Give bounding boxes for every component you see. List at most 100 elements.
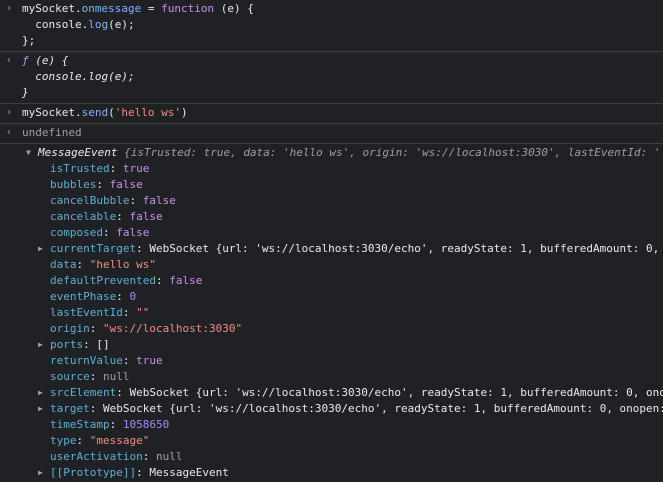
property-row: cancelable: false — [0, 209, 663, 225]
property-key: [[Prototype]] — [50, 466, 137, 479]
console-input-entry[interactable]: › mySocket.send('hello ws') — [0, 104, 663, 124]
property-text: cancelBubble: false — [50, 194, 176, 207]
property-key: bubbles — [50, 178, 97, 191]
property-key: isTrusted — [50, 162, 110, 175]
property-row: returnValue: true — [0, 353, 663, 369]
code-text: undefined — [22, 126, 82, 139]
property-row: isTrusted: true — [0, 161, 663, 177]
property-text: type: "message" — [50, 434, 150, 447]
expand-triangle-right-icon[interactable]: ▶ — [38, 337, 43, 353]
property-text: eventPhase: 0 — [50, 290, 137, 303]
property-row: origin: "ws://localhost:3030" — [0, 321, 663, 337]
property-value: MessageEvent — [149, 466, 229, 479]
property-key: origin — [50, 322, 90, 335]
property-row: userActivation: null — [0, 449, 663, 465]
console-output-entry[interactable]: ‹ ƒ (e) { console.log(e); } — [0, 52, 663, 104]
code-text: }; — [22, 34, 36, 47]
input-prompt-icon: › — [6, 107, 13, 118]
property-text: defaultPrevented: false — [50, 274, 203, 287]
property-key: data — [50, 258, 77, 271]
property-value: WebSocket {url: 'ws://localhost:3030/ech… — [129, 386, 663, 399]
expand-triangle-right-icon[interactable]: ▶ — [38, 465, 43, 481]
property-key: cancelBubble — [50, 194, 130, 207]
property-key: eventPhase — [50, 290, 117, 303]
devtools-console: › mySocket.onmessage = function (e) { co… — [0, 0, 663, 482]
expand-triangle-right-icon[interactable]: ▶ — [38, 241, 43, 257]
code-line: › mySocket.onmessage = function (e) { — [0, 1, 663, 17]
property-key: target — [50, 402, 90, 415]
property-key: timeStamp — [50, 418, 110, 431]
property-key: lastEventId — [50, 306, 123, 319]
property-key: ports — [50, 338, 84, 351]
code-line: › mySocket.send('hello ws') — [0, 105, 663, 121]
expand-triangle-right-icon[interactable]: ▶ — [38, 385, 43, 401]
property-text: data: "hello ws" — [50, 258, 156, 271]
property-text: cancelable: false — [50, 210, 163, 223]
expand-triangle-right-icon[interactable]: ▶ — [38, 401, 43, 417]
property-key: type — [50, 434, 77, 447]
property-row: defaultPrevented: false — [0, 273, 663, 289]
console-log-entry[interactable]: ▼ MessageEvent {isTrusted: true, data: '… — [0, 144, 663, 482]
property-text: timeStamp: 1058650 — [50, 418, 170, 431]
property-row: bubbles: false — [0, 177, 663, 193]
property-row: eventPhase: 0 — [0, 289, 663, 305]
property-value: WebSocket {url: 'ws://localhost:3030/ech… — [103, 402, 663, 415]
property-value: 0 — [129, 290, 137, 303]
property-key: source — [50, 370, 90, 383]
code-text: } — [22, 86, 29, 99]
property-value: false — [129, 210, 163, 223]
code-text: mySocket.send('hello ws') — [22, 106, 188, 119]
property-value: null — [103, 370, 130, 383]
property-text: isTrusted: true — [50, 162, 150, 175]
property-text: returnValue: true — [50, 354, 163, 367]
code-line: }; — [0, 33, 663, 49]
property-row: composed: false — [0, 225, 663, 241]
code-text: console.log(e); — [22, 70, 135, 83]
property-value: null — [155, 450, 183, 463]
property-value: 1058650 — [122, 418, 170, 431]
object-header[interactable]: ▼ MessageEvent {isTrusted: true, data: '… — [0, 145, 663, 161]
code-line: } — [0, 85, 663, 101]
property-value: "ws://localhost:3030" — [103, 322, 243, 335]
code-text: ƒ (e) { — [22, 54, 69, 67]
code-text: mySocket.onmessage = function (e) { — [22, 2, 254, 15]
property-text: composed: false — [50, 226, 150, 239]
property-value: "" — [136, 306, 150, 319]
property-row: timeStamp: 1058650 — [0, 417, 663, 433]
object-properties: isTrusted: true bubbles: false cancelBubbl… — [0, 161, 663, 481]
property-value: true — [122, 162, 150, 175]
code-text: console.log(e); — [22, 18, 135, 31]
output-return-icon: ‹ — [6, 55, 13, 66]
property-row: type: "message" — [0, 433, 663, 449]
property-text: currentTarget: WebSocket {url: 'ws://loc… — [50, 242, 660, 255]
property-text: lastEventId: "" — [50, 306, 150, 319]
property-key: userActivation — [50, 450, 143, 463]
property-row[interactable]: ▶ currentTarget: WebSocket {url: 'ws://lo… — [0, 241, 663, 257]
code-line: console.log(e); — [0, 17, 663, 33]
property-row[interactable]: ▶ srcElement: WebSocket {url: 'ws://local… — [0, 385, 663, 401]
property-value: "hello ws" — [89, 258, 156, 271]
property-value: false — [169, 274, 203, 287]
property-text: source: null — [50, 370, 130, 383]
console-input-entry[interactable]: › mySocket.onmessage = function (e) { co… — [0, 0, 663, 52]
expand-triangle-down-icon[interactable]: ▼ — [26, 145, 31, 161]
property-text: userActivation: null — [50, 450, 183, 463]
object-preview[interactable]: MessageEvent {isTrusted: true, data: 'he… — [38, 145, 663, 161]
code-line: console.log(e); — [0, 69, 663, 85]
property-row: lastEventId: "" — [0, 305, 663, 321]
property-value: WebSocket {url: 'ws://localhost:3030/ech… — [149, 242, 660, 255]
property-value: true — [136, 354, 163, 367]
property-row[interactable]: ▶ ports: [] — [0, 337, 663, 353]
property-text: ports: [] — [50, 338, 110, 351]
property-row: data: "hello ws" — [0, 257, 663, 273]
property-row[interactable]: ▶ target: WebSocket {url: 'ws://localhost… — [0, 401, 663, 417]
property-row[interactable]: ▶ [[Prototype]]: MessageEvent — [0, 465, 663, 481]
property-key: returnValue — [50, 354, 123, 367]
property-value: false — [109, 178, 143, 191]
property-value: false — [116, 226, 150, 239]
property-row: cancelBubble: false — [0, 193, 663, 209]
property-text: bubbles: false — [50, 178, 143, 191]
property-key: cancelable — [50, 210, 117, 223]
input-prompt-icon: › — [6, 3, 13, 14]
console-output-entry[interactable]: ‹ undefined — [0, 124, 663, 144]
